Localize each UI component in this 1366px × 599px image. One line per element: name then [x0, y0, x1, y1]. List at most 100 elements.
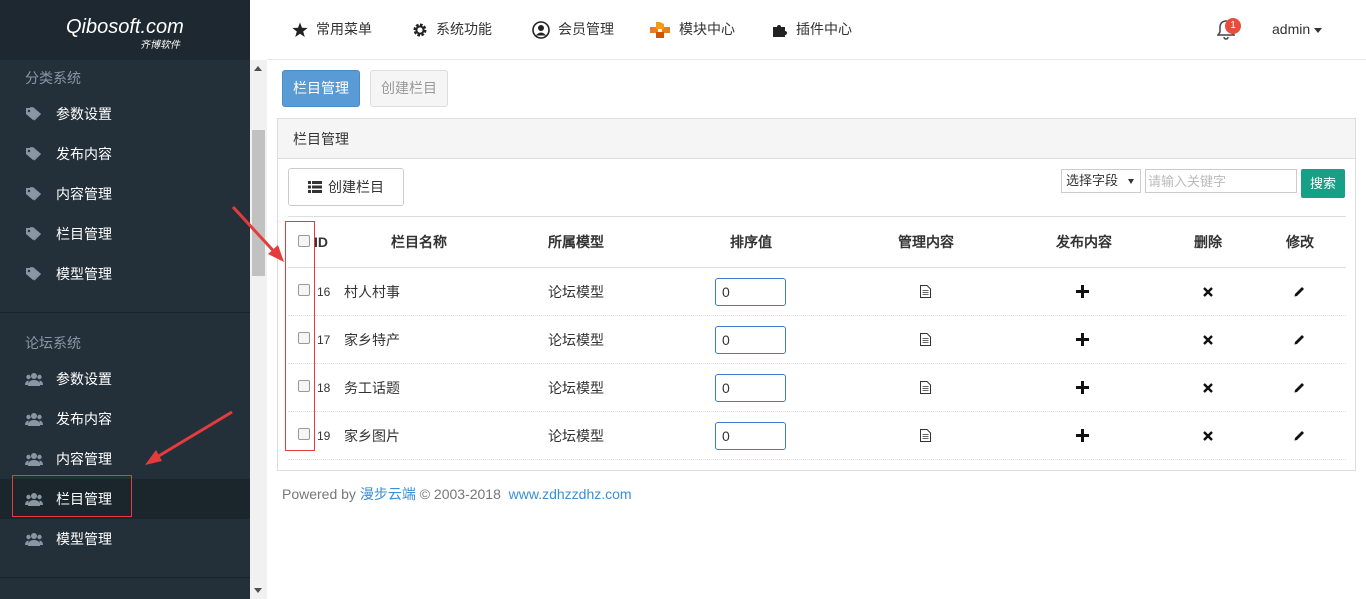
plus-icon[interactable] [1076, 381, 1089, 394]
col-delete: 删除 [1194, 234, 1222, 250]
col-name: 栏目名称 [391, 234, 447, 250]
cubes-icon [650, 22, 670, 39]
sidebar-item-forum-content[interactable]: 内容管理 [0, 439, 250, 479]
footer-powered: Powered by [282, 486, 356, 502]
col-id: ID [314, 234, 328, 250]
sidebar-item-label: 内容管理 [56, 186, 112, 202]
delete-icon[interactable] [1203, 335, 1213, 345]
user-name: admin [1272, 21, 1311, 37]
sidebar-item-category-params[interactable]: 参数设置 [0, 94, 250, 134]
document-icon[interactable] [920, 381, 931, 394]
row-name[interactable]: 村人村事 [344, 268, 400, 316]
nav-label: 插件中心 [796, 21, 852, 37]
users-icon [25, 533, 43, 546]
scroll-up-arrow[interactable] [254, 66, 262, 71]
gear-icon [413, 23, 427, 37]
sidebar-scrollbar[interactable] [250, 60, 267, 599]
sidebar-item-label: 发布内容 [56, 146, 112, 162]
row-id: 18 [317, 381, 331, 395]
nav-label: 常用菜单 [316, 21, 372, 37]
sidebar-item-category-columns[interactable]: 栏目管理 [0, 214, 250, 254]
delete-icon[interactable] [1203, 383, 1213, 393]
nav-label: 会员管理 [558, 21, 614, 37]
sidebar-item-category-publish[interactable]: 发布内容 [0, 134, 250, 174]
sidebar-divider [0, 577, 250, 578]
plus-icon[interactable] [1076, 429, 1089, 442]
tags-icon [26, 267, 42, 281]
users-icon [25, 373, 43, 386]
footer-brand-link[interactable]: 漫步云端 [360, 486, 416, 502]
annotation-menu-highlight [12, 475, 132, 517]
chevron-down-icon [1128, 179, 1134, 184]
sidebar-item-category-models[interactable]: 模型管理 [0, 254, 250, 294]
row-model: 论坛模型 [548, 428, 604, 444]
row-name[interactable]: 务工话题 [344, 364, 400, 412]
users-icon [25, 413, 43, 426]
pencil-icon[interactable] [1293, 429, 1306, 442]
user-menu[interactable]: admin [1272, 0, 1323, 58]
search-button[interactable]: 搜索 [1301, 169, 1345, 198]
chevron-down-icon [1314, 27, 1323, 33]
tab-column-management[interactable]: 栏目管理 [282, 70, 360, 107]
sidebar-item-label: 模型管理 [56, 266, 112, 282]
section-title-forum: 论坛系统 [25, 335, 81, 351]
sort-input[interactable]: 0 [715, 374, 786, 402]
delete-icon[interactable] [1203, 431, 1213, 441]
nav-plugin-center[interactable]: 插件中心 [772, 0, 852, 58]
plus-icon[interactable] [1076, 285, 1089, 298]
sort-input[interactable]: 0 [715, 326, 786, 354]
document-icon[interactable] [920, 285, 931, 298]
search-input[interactable] [1145, 169, 1297, 193]
sidebar-item-label: 发布内容 [56, 411, 112, 427]
footer: Powered by 漫步云端 © 2003-2018 www.zdhzzdhz… [282, 484, 632, 504]
nav-member-management[interactable]: 会员管理 [532, 0, 614, 58]
tab-create-column[interactable]: 创建栏目 [370, 70, 448, 107]
nav-common-menu[interactable]: 常用菜单 [292, 0, 372, 58]
table-row: 19 家乡图片 论坛模型 0 [288, 412, 1346, 460]
sidebar-item-label: 参数设置 [56, 106, 112, 122]
create-button-label: 创建栏目 [328, 179, 384, 195]
footer-site-link[interactable]: www.zdhzzdhz.com [509, 486, 632, 502]
notification-badge: 1 [1225, 18, 1241, 34]
col-model: 所属模型 [548, 234, 604, 250]
puzzle-icon [773, 25, 787, 38]
table-header: ID 栏目名称 所属模型 排序值 管理内容 发布内容 删除 修改 [288, 216, 1346, 268]
sidebar-item-category-content[interactable]: 内容管理 [0, 174, 250, 214]
star-icon [292, 22, 308, 38]
annotation-checkbox-highlight [285, 221, 315, 451]
row-id: 16 [317, 285, 331, 299]
pencil-icon[interactable] [1293, 381, 1306, 394]
plus-icon[interactable] [1076, 333, 1089, 346]
logo[interactable]: Qibosoft.com 齐博软件 [0, 0, 250, 60]
row-id: 17 [317, 333, 331, 347]
section-title-category: 分类系统 [25, 70, 81, 86]
row-name[interactable]: 家乡图片 [344, 412, 400, 460]
document-icon[interactable] [920, 333, 931, 346]
sort-input[interactable]: 0 [715, 422, 786, 450]
row-model: 论坛模型 [548, 284, 604, 300]
row-id: 19 [317, 429, 331, 443]
create-column-button[interactable]: 创建栏目 [288, 168, 404, 206]
scroll-thumb[interactable] [252, 130, 265, 276]
row-name[interactable]: 家乡特产 [344, 316, 400, 364]
sidebar-item-forum-params[interactable]: 参数设置 [0, 359, 250, 399]
col-edit: 修改 [1286, 234, 1314, 250]
nav-module-center[interactable]: 模块中心 [649, 0, 735, 58]
sidebar-item-forum-models[interactable]: 模型管理 [0, 519, 250, 559]
sidebar-item-forum-publish[interactable]: 发布内容 [0, 399, 250, 439]
tags-icon [26, 227, 42, 241]
col-manage-content: 管理内容 [898, 234, 954, 250]
table-row: 16 村人村事 论坛模型 0 [288, 268, 1346, 316]
field-select[interactable]: 选择字段 [1061, 169, 1141, 193]
footer-copyright: © 2003-2018 [419, 486, 501, 502]
pencil-icon[interactable] [1293, 285, 1306, 298]
pencil-icon[interactable] [1293, 333, 1306, 346]
nav-label: 系统功能 [436, 21, 492, 37]
document-icon[interactable] [920, 429, 931, 442]
tags-icon [26, 147, 42, 161]
delete-icon[interactable] [1203, 287, 1213, 297]
user-circle-icon [532, 21, 550, 40]
sort-input[interactable]: 0 [715, 278, 786, 306]
scroll-down-arrow[interactable] [254, 588, 262, 593]
nav-system-functions[interactable]: 系统功能 [412, 0, 492, 58]
